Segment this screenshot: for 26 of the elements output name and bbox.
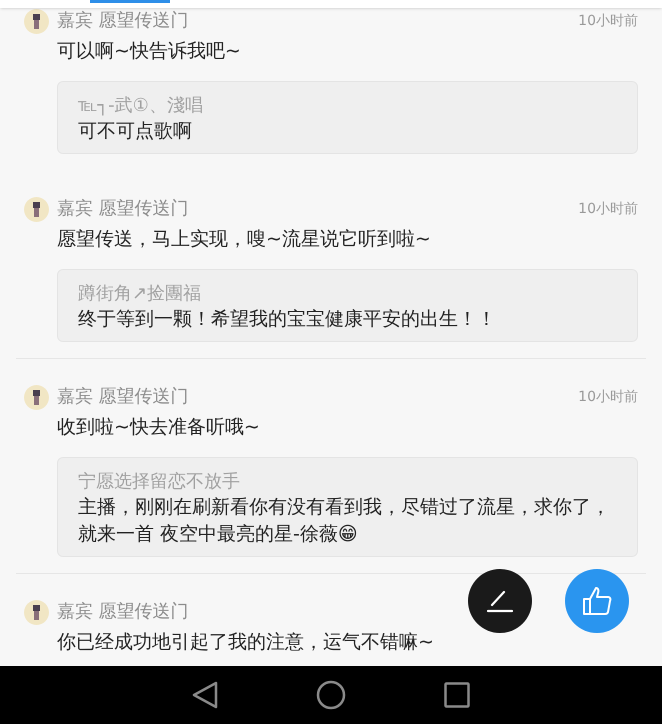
quoted-author: 蹲街角↗捡團福 — [78, 282, 202, 306]
thumbs-up-icon — [581, 585, 613, 617]
avatar — [24, 8, 49, 34]
avatar — [24, 600, 49, 624]
avatar — [24, 196, 49, 222]
comment-text: 可以啊~快告诉我吧~ — [57, 39, 242, 63]
author-name: 嘉宾 愿望传送门 — [57, 9, 189, 33]
author-name: 嘉宾 愿望传送门 — [57, 600, 189, 624]
timestamp: 10小时前 — [578, 12, 638, 30]
quoted-author: ℡┐-武①、淺唱 — [78, 94, 204, 118]
quoted-text: 可不可点歌啊 — [78, 119, 193, 144]
home-icon[interactable] — [316, 680, 346, 710]
timestamp: 10小时前 — [578, 388, 638, 406]
quoted-text: 主播，刚刚在刷新看你有没有看到我，尽错过了流星，求你了，就来一首 夜空中最亮的星-徐薇😁 — [78, 495, 611, 547]
timestamp: 10小时前 — [578, 200, 638, 218]
comment-text: 收到啦~快去准备听哦~ — [57, 415, 261, 439]
comment-text: 你已经成功地引起了我的注意，运气不错嘛~ — [57, 630, 435, 654]
quoted-text: 终于等到一颗！希望我的宝宝健康平安的出生！！ — [78, 307, 497, 332]
avatar — [24, 384, 49, 410]
recents-icon[interactable] — [444, 682, 470, 708]
comment-text: 愿望传送，马上实现，嗖~流星说它听到啦~ — [57, 227, 432, 251]
back-icon[interactable] — [192, 681, 218, 709]
pencil-icon — [486, 589, 514, 613]
author-name: 嘉宾 愿望传送门 — [57, 197, 189, 221]
author-name: 嘉宾 愿望传送门 — [57, 385, 189, 409]
quoted-author: 宁愿选择留恋不放手 — [78, 470, 241, 494]
